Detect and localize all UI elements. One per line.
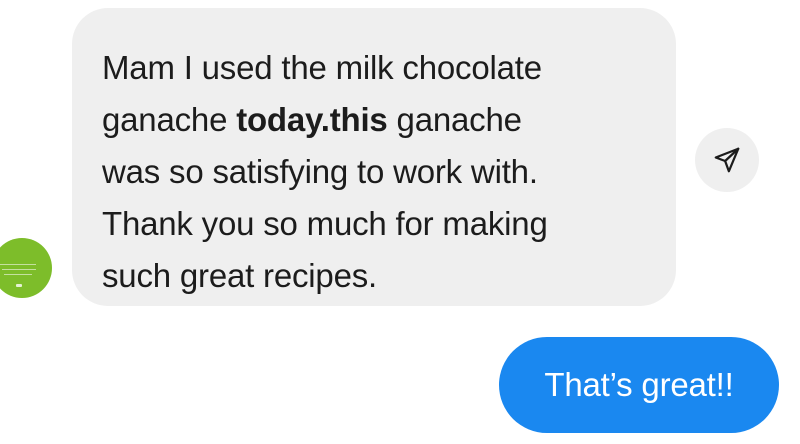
bold-mention: today.this [236,101,388,138]
incoming-message-bubble[interactable]: Mam I used the milk chocolate ganache to… [72,8,676,306]
share-button[interactable] [695,128,759,192]
outgoing-message-text: That’s great!! [544,366,734,403]
message-line: such great recipes. [102,257,378,294]
outgoing-message-bubble[interactable]: That’s great!! [499,337,779,433]
paper-plane-icon [714,147,740,173]
message-line: was so satisfying to work with. [102,153,538,190]
incoming-message-text: Mam I used the milk chocolate ganache to… [102,42,646,302]
message-line: ganache today.this ganache [102,101,522,138]
dm-thread: Mam I used the milk chocolate ganache to… [0,0,800,444]
message-line: Thank you so much for making [102,205,548,242]
message-line: Mam I used the milk chocolate [102,49,542,86]
sender-avatar[interactable] [0,238,52,298]
